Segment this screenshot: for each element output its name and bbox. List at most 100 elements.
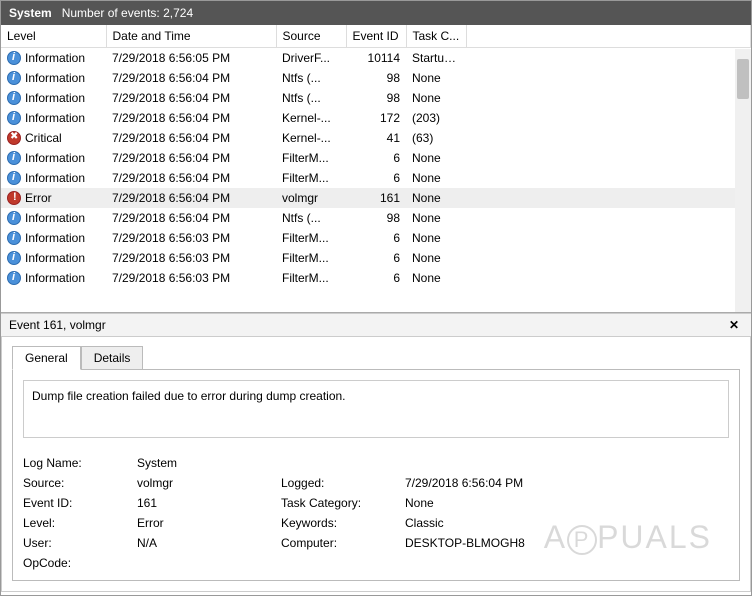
label-taskcat: Task Category:: [281, 496, 401, 510]
cell-eventid: 98: [346, 88, 406, 108]
level-text: Error: [25, 191, 52, 205]
cell-eventid: 172: [346, 108, 406, 128]
cell-date: 7/29/2018 6:56:03 PM: [106, 268, 276, 288]
cell-task: None: [406, 188, 466, 208]
detail-title: Event 161, volmgr: [9, 318, 106, 332]
info-icon: [7, 151, 21, 165]
cell-source: FilterM...: [276, 168, 346, 188]
cell-date: 7/29/2018 6:56:04 PM: [106, 208, 276, 228]
log-title: System: [9, 6, 52, 20]
info-icon: [7, 71, 21, 85]
cell-date: 7/29/2018 6:56:03 PM: [106, 228, 276, 248]
table-row[interactable]: Critical7/29/2018 6:56:04 PMKernel-...41…: [1, 128, 751, 148]
table-row[interactable]: Information7/29/2018 6:56:05 PMDriverF..…: [1, 48, 751, 68]
label-keywords: Keywords:: [281, 516, 401, 530]
table-row[interactable]: Information7/29/2018 6:56:04 PMNtfs (...…: [1, 88, 751, 108]
level-text: Information: [25, 71, 85, 85]
table-row[interactable]: Information7/29/2018 6:56:03 PMFilterM..…: [1, 248, 751, 268]
label-opcode: OpCode:: [23, 556, 133, 570]
table-row[interactable]: Information 7/29/2018 6:56:04 PMFilterM..…: [1, 148, 751, 168]
cell-task: Startup...: [406, 48, 466, 68]
value-source: volmgr: [137, 476, 277, 490]
value-logged: 7/29/2018 6:56:04 PM: [405, 476, 605, 490]
cell-source: Kernel-...: [276, 108, 346, 128]
tab-body: Dump file creation failed due to error d…: [12, 369, 740, 581]
level-text: Information: [25, 171, 85, 185]
info-icon: [7, 271, 21, 285]
cell-task: None: [406, 228, 466, 248]
cell-date: 7/29/2018 6:56:04 PM: [106, 108, 276, 128]
level-text: Information: [25, 151, 85, 165]
value-computer: DESKTOP-BLMOGH8: [405, 536, 605, 550]
label-logname: Log Name:: [23, 456, 133, 470]
col-spacer: [466, 25, 751, 48]
info-icon: [7, 211, 21, 225]
value-eventid: 161: [137, 496, 277, 510]
level-text: Information: [25, 111, 85, 125]
col-eventid[interactable]: Event ID: [346, 25, 406, 48]
label-source: Source:: [23, 476, 133, 490]
info-icon: [7, 111, 21, 125]
cell-task: None: [406, 248, 466, 268]
cell-date: 7/29/2018 6:56:04 PM: [106, 68, 276, 88]
event-message: Dump file creation failed due to error d…: [23, 380, 729, 438]
cell-eventid: 98: [346, 208, 406, 228]
cell-eventid: 10114: [346, 48, 406, 68]
header-bar: System Number of events: 2,724: [1, 1, 751, 25]
cell-eventid: 6: [346, 268, 406, 288]
cell-date: 7/29/2018 6:56:05 PM: [106, 48, 276, 68]
cell-date: 7/29/2018 6:56:04 PM: [106, 168, 276, 188]
tabs: General Details: [12, 345, 740, 369]
table-row[interactable]: Error7/29/2018 6:56:04 PMvolmgr161None: [1, 188, 751, 208]
table-row[interactable]: Information 7/29/2018 6:56:04 PMFilterM..…: [1, 168, 751, 188]
info-icon: [7, 171, 21, 185]
cell-source: FilterM...: [276, 228, 346, 248]
scrollbar-thumb[interactable]: [737, 59, 749, 99]
cell-task: None: [406, 68, 466, 88]
level-text: Information: [25, 211, 85, 225]
cell-eventid: 6: [346, 228, 406, 248]
cell-source: Ntfs (...: [276, 68, 346, 88]
tab-details[interactable]: Details: [81, 346, 144, 370]
cell-date: 7/29/2018 6:56:04 PM: [106, 188, 276, 208]
cell-source: FilterM...: [276, 148, 346, 168]
level-text: Information: [25, 51, 85, 65]
value-taskcat: None: [405, 496, 605, 510]
table-row[interactable]: Information 7/29/2018 6:56:04 PMNtfs (...…: [1, 68, 751, 88]
col-date[interactable]: Date and Time: [106, 25, 276, 48]
event-count: Number of events: 2,724: [62, 6, 193, 20]
scrollbar[interactable]: [735, 49, 751, 312]
cell-task: None: [406, 268, 466, 288]
value-user: N/A: [137, 536, 277, 550]
cell-source: Kernel-...: [276, 128, 346, 148]
detail-pane: General Details Dump file creation faile…: [1, 337, 751, 592]
col-task[interactable]: Task C...: [406, 25, 466, 48]
cell-task: None: [406, 88, 466, 108]
cell-eventid: 41: [346, 128, 406, 148]
error-icon: [7, 191, 21, 205]
cell-task: None: [406, 148, 466, 168]
label-computer: Computer:: [281, 536, 401, 550]
col-source[interactable]: Source: [276, 25, 346, 48]
value-level: Error: [137, 516, 277, 530]
cell-date: 7/29/2018 6:56:04 PM: [106, 148, 276, 168]
value-opcode: [137, 556, 277, 570]
label-eventid: Event ID:: [23, 496, 133, 510]
cell-eventid: 98: [346, 68, 406, 88]
table-row[interactable]: Information 7/29/2018 6:56:04 PMKernel-..…: [1, 108, 751, 128]
table-row[interactable]: Information 7/29/2018 6:56:03 PMFilterM..…: [1, 228, 751, 248]
cell-date: 7/29/2018 6:56:04 PM: [106, 88, 276, 108]
value-logname: System: [137, 456, 277, 470]
event-properties: Log Name: System Source: volmgr Logged: …: [23, 456, 729, 570]
level-text: Information: [25, 231, 85, 245]
label-logged: Logged:: [281, 476, 401, 490]
table-row[interactable]: Information7/29/2018 6:56:04 PMNtfs (...…: [1, 208, 751, 228]
tab-general[interactable]: General: [12, 346, 81, 370]
col-level[interactable]: Level: [1, 25, 106, 48]
critical-icon: [7, 131, 21, 145]
level-text: Information: [25, 91, 85, 105]
events-table: Level Date and Time Source Event ID Task…: [1, 25, 751, 288]
table-row[interactable]: Information7/29/2018 6:56:03 PMFilterM..…: [1, 268, 751, 288]
detail-header: Event 161, volmgr ✕: [1, 313, 751, 337]
close-icon[interactable]: ✕: [725, 318, 743, 332]
